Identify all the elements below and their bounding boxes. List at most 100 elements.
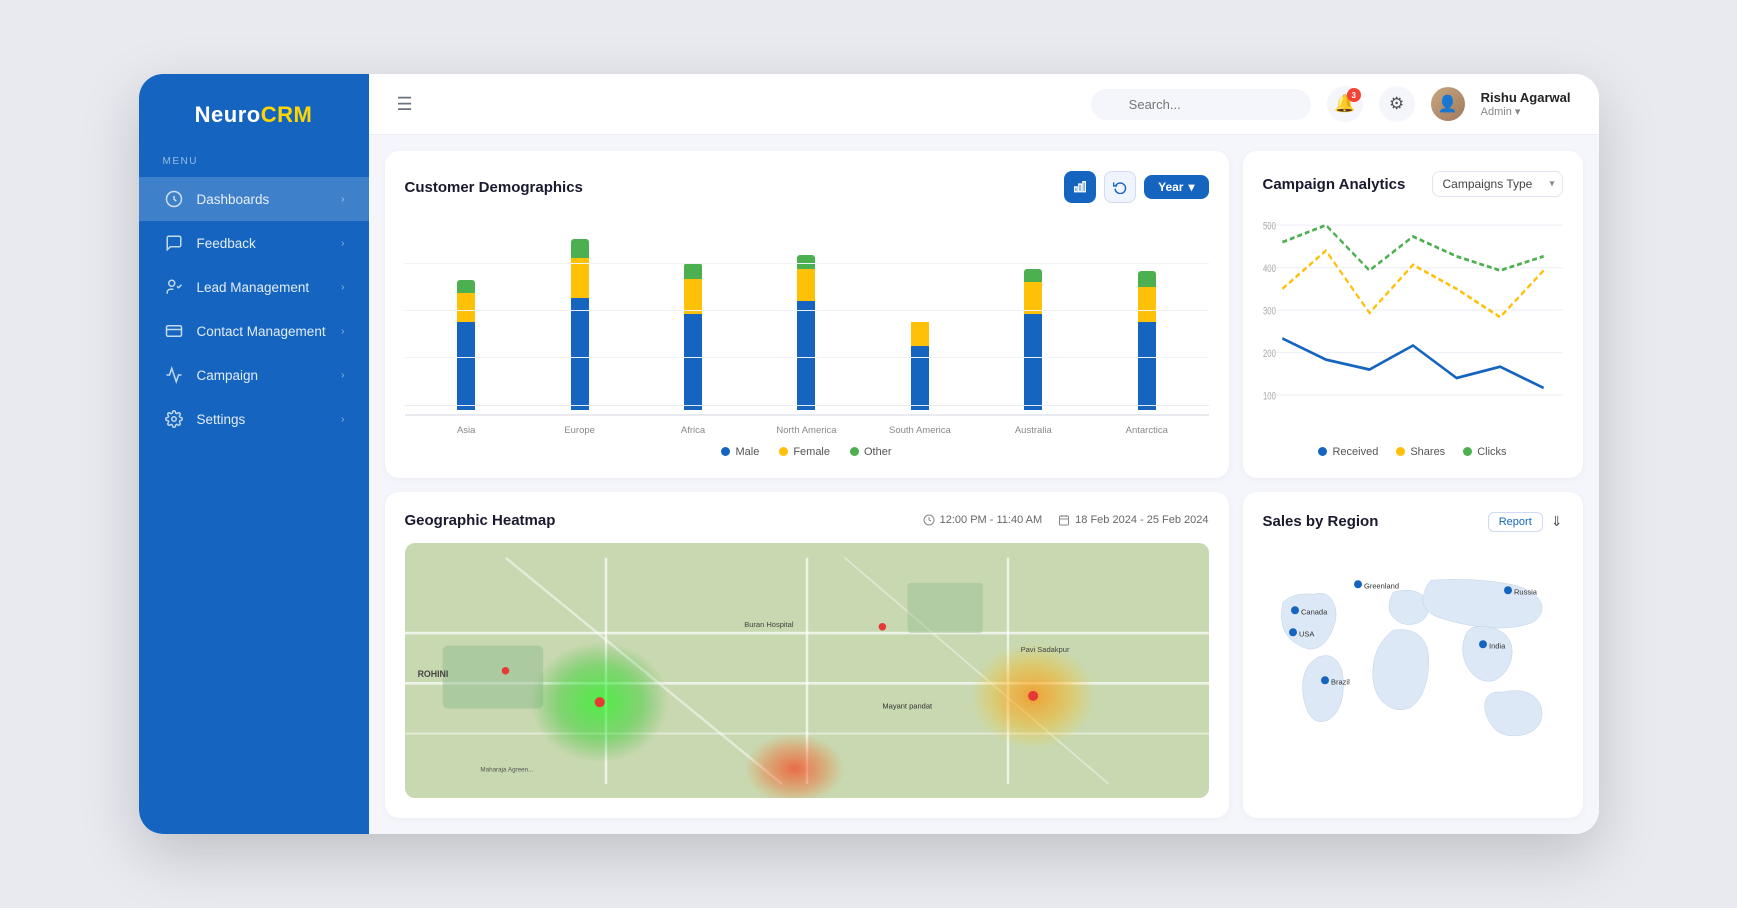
bar-group-antarctica — [1095, 271, 1198, 410]
content-area: Customer Demographics Year ▾ — [369, 135, 1599, 834]
map-placeholder: ROHINI Buran Hospital Pavi Sadakpur Maya… — [405, 543, 1209, 799]
settings-icon — [163, 408, 185, 430]
chevron-right-icon: › — [341, 238, 344, 249]
chevron-right-icon: › — [341, 414, 344, 425]
sidebar-item-dashboards-label: Dashboards — [197, 192, 270, 207]
brazil-dot — [1321, 676, 1329, 684]
legend-received: Received — [1318, 446, 1378, 458]
svg-text:India: India — [1489, 641, 1506, 650]
user-info: Rishu Agarwal Admin ▾ — [1481, 90, 1571, 118]
sidebar-item-campaign[interactable]: Campaign › — [139, 353, 369, 397]
svg-text:ROHINI: ROHINI — [417, 669, 448, 679]
notification-button[interactable]: 🔔 3 — [1327, 86, 1363, 122]
notification-badge: 3 — [1347, 88, 1361, 102]
svg-text:USA: USA — [1299, 629, 1314, 638]
demographics-controls: Year ▾ — [1064, 171, 1208, 203]
card-header-campaign: Campaign Analytics Campaigns Type Email … — [1263, 171, 1563, 197]
campaign-legend: Received Shares Clicks — [1263, 446, 1563, 458]
bar-chart-area: Asia Europe Africa North America South Ameri… — [405, 217, 1209, 458]
year-button[interactable]: Year ▾ — [1144, 175, 1208, 199]
sidebar-item-contact-label: Contact Management — [197, 324, 326, 339]
heatmap-date-range: 18 Feb 2024 - 25 Feb 2024 — [1058, 514, 1208, 526]
sidebar-item-settings-label: Settings — [197, 412, 246, 427]
canada-dot — [1291, 606, 1299, 614]
bar-label-south-america: South America — [868, 421, 971, 436]
usa-dot — [1289, 628, 1297, 636]
sidebar-item-lead-label: Lead Management — [197, 280, 310, 295]
greenland-dot — [1354, 580, 1362, 588]
main-content: ☰ 🔍 🔔 3 ⚙ 👤 Rishu Agarwal Admin ▾ — [369, 74, 1599, 834]
user-role: Admin ▾ — [1481, 105, 1571, 118]
svg-text:Canada: Canada — [1301, 607, 1328, 616]
chevron-right-icon: › — [341, 326, 344, 337]
sidebar-item-campaign-label: Campaign — [197, 368, 259, 383]
world-map-svg: Greenland Russia Canada USA India — [1263, 546, 1563, 799]
avatar: 👤 — [1431, 87, 1465, 121]
bar-label-africa: Africa — [641, 421, 744, 436]
menu-label: MENU — [139, 156, 369, 167]
bar-group-north-america — [755, 255, 858, 410]
svg-text:500: 500 — [1263, 220, 1276, 233]
sidebar-item-contact-management[interactable]: Contact Management › — [139, 309, 369, 353]
download-icon[interactable]: ⇓ — [1551, 513, 1563, 530]
sidebar-item-feedback[interactable]: Feedback › — [139, 221, 369, 265]
feedback-icon — [163, 232, 185, 254]
svg-text:Maharaja Agreen...: Maharaja Agreen... — [480, 766, 533, 773]
sidebar-item-lead-management[interactable]: Lead Management › — [139, 265, 369, 309]
svg-text:Buran Hospital: Buran Hospital — [744, 619, 794, 628]
bar-chart-icon-btn[interactable] — [1064, 171, 1096, 203]
topbar: ☰ 🔍 🔔 3 ⚙ 👤 Rishu Agarwal Admin ▾ — [369, 74, 1599, 135]
campaigns-type-select[interactable]: Campaigns Type Email SMS Push — [1432, 171, 1563, 197]
heatmap-svg: ROHINI Buran Hospital Pavi Sadakpur Maya… — [405, 543, 1209, 799]
legend-male: Male — [721, 446, 759, 458]
sidebar-item-feedback-label: Feedback — [197, 236, 256, 251]
world-map-area: Greenland Russia Canada USA India — [1263, 546, 1563, 799]
gear-icon: ⚙ — [1389, 94, 1404, 114]
contact-icon — [163, 320, 185, 342]
chevron-right-icon: › — [341, 370, 344, 381]
svg-text:Brazil: Brazil — [1331, 677, 1350, 686]
dashboards-icon — [163, 188, 185, 210]
customer-demographics-card: Customer Demographics Year ▾ — [385, 151, 1229, 478]
bar-label-antarctica: Antarctica — [1095, 421, 1198, 436]
heatmap-time: 12:00 PM - 11:40 AM — [923, 514, 1043, 526]
bar-group-australia — [982, 269, 1085, 410]
card-header-heatmap: Geographic Heatmap 12:00 PM - 11:40 AM 1… — [405, 512, 1209, 529]
heatmap-title: Geographic Heatmap — [405, 512, 556, 529]
sidebar-item-settings[interactable]: Settings › — [139, 397, 369, 441]
sidebar-item-dashboards[interactable]: Dashboards › — [139, 177, 369, 221]
logo-area: NeuroCRM — [139, 102, 369, 128]
india-dot — [1479, 640, 1487, 648]
svg-text:200: 200 — [1263, 347, 1276, 360]
user-name: Rishu Agarwal — [1481, 90, 1571, 105]
settings-button[interactable]: ⚙ — [1379, 86, 1415, 122]
svg-text:Russia: Russia — [1514, 587, 1538, 596]
chevron-right-icon: › — [341, 194, 344, 205]
legend-shares: Shares — [1396, 446, 1445, 458]
hamburger-icon[interactable]: ☰ — [397, 94, 413, 115]
svg-text:Pavi Sadakpur: Pavi Sadakpur — [1020, 644, 1069, 653]
bar-label-australia: Australia — [982, 421, 1085, 436]
campaign-line-chart: 100 200 300 400 500 — [1263, 211, 1563, 438]
svg-text:100: 100 — [1263, 390, 1276, 403]
report-button[interactable]: Report — [1488, 512, 1543, 532]
campaign-title: Campaign Analytics — [1263, 176, 1406, 193]
svg-text:300: 300 — [1263, 305, 1276, 318]
legend-other: Other — [850, 446, 892, 458]
bar-label-north-america: North America — [755, 421, 858, 436]
geographic-heatmap-card: Geographic Heatmap 12:00 PM - 11:40 AM 1… — [385, 492, 1229, 819]
sidebar: NeuroCRM MENU Dashboards › Feedback › Le… — [139, 74, 369, 834]
svg-text:Greenland: Greenland — [1364, 581, 1399, 590]
search-wrapper: 🔍 — [1091, 89, 1311, 120]
bar-label-asia: Asia — [415, 421, 518, 436]
refresh-icon-btn[interactable] — [1104, 171, 1136, 203]
lead-icon — [163, 276, 185, 298]
legend-female: Female — [779, 446, 830, 458]
search-input[interactable] — [1091, 89, 1311, 120]
logo: NeuroCRM — [159, 102, 349, 128]
chart-legend: Male Female Other — [405, 446, 1209, 458]
bar-group-south-america — [868, 322, 971, 410]
card-header-demographics: Customer Demographics Year ▾ — [405, 171, 1209, 203]
bar-label-europe: Europe — [528, 421, 631, 436]
campaign-analytics-card: Campaign Analytics Campaigns Type Email … — [1243, 151, 1583, 478]
